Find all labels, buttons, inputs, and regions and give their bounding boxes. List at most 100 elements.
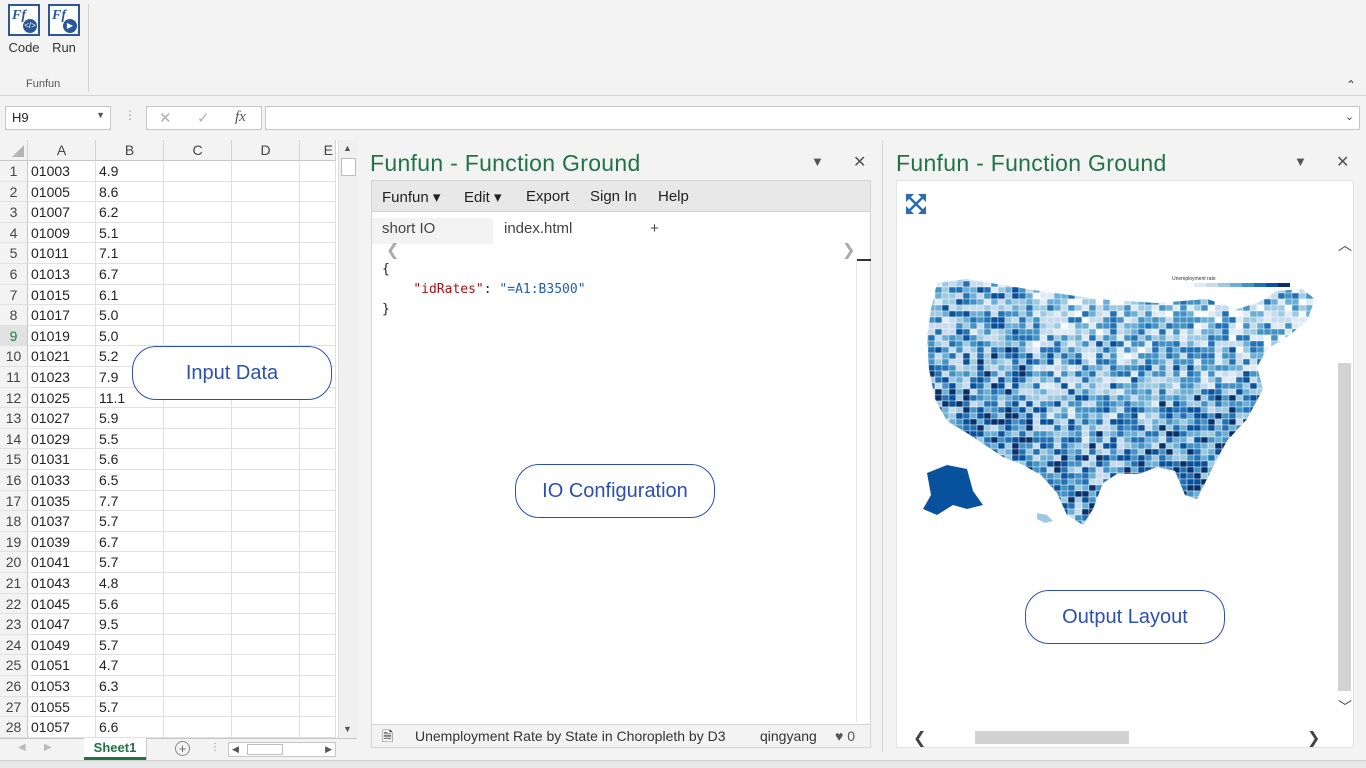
- cell-e[interactable]: [300, 428, 336, 450]
- cell-d[interactable]: [232, 428, 300, 450]
- cell-c[interactable]: [164, 655, 232, 676]
- row-header[interactable]: 12: [0, 387, 28, 409]
- cell-a[interactable]: 01039: [28, 531, 96, 553]
- cell-d[interactable]: [232, 305, 300, 326]
- cell-c[interactable]: [164, 676, 232, 697]
- cell-a[interactable]: 01051: [28, 655, 96, 676]
- cell-c[interactable]: [164, 573, 232, 594]
- close-icon[interactable]: ✕: [1336, 152, 1349, 172]
- cell-e[interactable]: [300, 470, 336, 491]
- cell-a[interactable]: 01009: [28, 222, 96, 244]
- cell-b[interactable]: 5.7: [96, 696, 164, 718]
- tab-add[interactable]: +: [632, 218, 677, 244]
- cell-c[interactable]: [164, 449, 232, 470]
- cell-e[interactable]: [300, 408, 336, 429]
- cell-a[interactable]: 01053: [28, 676, 96, 697]
- cell-e[interactable]: [300, 284, 336, 306]
- row-header[interactable]: 13: [0, 408, 28, 429]
- row-header[interactable]: 20: [0, 552, 28, 573]
- cell-b[interactable]: 6.7: [96, 531, 164, 553]
- scroll-down-icon[interactable]: ﹀: [1338, 697, 1352, 717]
- row-header[interactable]: 19: [0, 531, 28, 553]
- cell-b[interactable]: 6.3: [96, 676, 164, 697]
- cell-b[interactable]: 7.7: [96, 490, 164, 512]
- column-header-e[interactable]: E: [300, 140, 336, 161]
- row-header[interactable]: 3: [0, 202, 28, 223]
- column-header-a[interactable]: A: [28, 140, 96, 161]
- cell-e[interactable]: [300, 531, 336, 553]
- cell-c[interactable]: [164, 511, 232, 532]
- cell-e[interactable]: [300, 490, 336, 512]
- row-header[interactable]: 5: [0, 243, 28, 264]
- cell-c[interactable]: [164, 243, 232, 264]
- row-header[interactable]: 18: [0, 511, 28, 532]
- cell-d[interactable]: [232, 408, 300, 429]
- cell-c[interactable]: [164, 531, 232, 553]
- cell-e[interactable]: [300, 511, 336, 532]
- cell-d[interactable]: [232, 614, 300, 635]
- output-vertical-scrollbar[interactable]: ︿ ﹀: [1337, 229, 1353, 727]
- code-content[interactable]: { "idRates": "=A1:B3500" }: [382, 260, 860, 320]
- cell-e[interactable]: [300, 552, 336, 573]
- cell-a[interactable]: 01045: [28, 593, 96, 615]
- cell-c[interactable]: [164, 284, 232, 306]
- sheet-vertical-scrollbar[interactable]: ▲ ▼: [338, 140, 357, 738]
- name-box[interactable]: H9 ▼: [5, 106, 111, 130]
- cell-a[interactable]: 01005: [28, 181, 96, 203]
- cell-a[interactable]: 01043: [28, 573, 96, 594]
- cell-c[interactable]: [164, 717, 232, 738]
- cell-b[interactable]: 5.7: [96, 552, 164, 573]
- cell-e[interactable]: [300, 181, 336, 203]
- cell-a[interactable]: 01033: [28, 470, 96, 491]
- cell-b[interactable]: 5.0: [96, 305, 164, 326]
- editor-scrollbar[interactable]: [856, 259, 871, 722]
- cell-e[interactable]: [300, 717, 336, 738]
- cell-e[interactable]: [300, 634, 336, 656]
- cell-d[interactable]: [232, 470, 300, 491]
- column-header-d[interactable]: D: [232, 140, 300, 161]
- close-icon[interactable]: ✕: [853, 152, 866, 172]
- cell-d[interactable]: [232, 264, 300, 285]
- cell-e[interactable]: [300, 696, 336, 718]
- cell-c[interactable]: [164, 202, 232, 223]
- cell-a[interactable]: 01003: [28, 161, 96, 182]
- cell-d[interactable]: [232, 511, 300, 532]
- row-header[interactable]: 8: [0, 305, 28, 326]
- cell-b[interactable]: 6.7: [96, 264, 164, 285]
- cell-b[interactable]: 5.0: [96, 325, 164, 347]
- cell-c[interactable]: [164, 470, 232, 491]
- cell-a[interactable]: 01013: [28, 264, 96, 285]
- run-button[interactable]: ▶ Run: [44, 4, 84, 55]
- tabs-prev-icon[interactable]: ❮: [386, 240, 399, 260]
- row-header[interactable]: 16: [0, 470, 28, 491]
- row-header[interactable]: 28: [0, 717, 28, 738]
- row-header[interactable]: 23: [0, 614, 28, 635]
- cell-a[interactable]: 01017: [28, 305, 96, 326]
- row-header[interactable]: 21: [0, 573, 28, 594]
- column-header-c[interactable]: C: [164, 140, 232, 161]
- cell-d[interactable]: [232, 696, 300, 718]
- cell-d[interactable]: [232, 161, 300, 182]
- hscroll-thumb[interactable]: [247, 744, 283, 755]
- cell-c[interactable]: [164, 614, 232, 635]
- cell-a[interactable]: 01011: [28, 243, 96, 264]
- row-header[interactable]: 15: [0, 449, 28, 470]
- cell-d[interactable]: [232, 573, 300, 594]
- panel-menu-icon[interactable]: ▼: [1294, 154, 1307, 169]
- cell-b[interactable]: 5.9: [96, 408, 164, 429]
- cell-a[interactable]: 01019: [28, 325, 96, 347]
- cell-d[interactable]: [232, 593, 300, 615]
- cell-b[interactable]: 6.5: [96, 470, 164, 491]
- scroll-up-icon[interactable]: ▲: [343, 143, 352, 153]
- cell-d[interactable]: [232, 552, 300, 573]
- cell-a[interactable]: 01015: [28, 284, 96, 306]
- cell-c[interactable]: [164, 428, 232, 450]
- row-header[interactable]: 2: [0, 181, 28, 203]
- tab-sheet1[interactable]: Sheet1: [84, 738, 146, 760]
- row-header[interactable]: 27: [0, 696, 28, 718]
- row-header[interactable]: 17: [0, 490, 28, 512]
- row-header[interactable]: 1: [0, 161, 28, 182]
- tab-prev-icon[interactable]: ◀: [18, 742, 26, 753]
- cell-c[interactable]: [164, 408, 232, 429]
- cell-b[interactable]: 7.1: [96, 243, 164, 264]
